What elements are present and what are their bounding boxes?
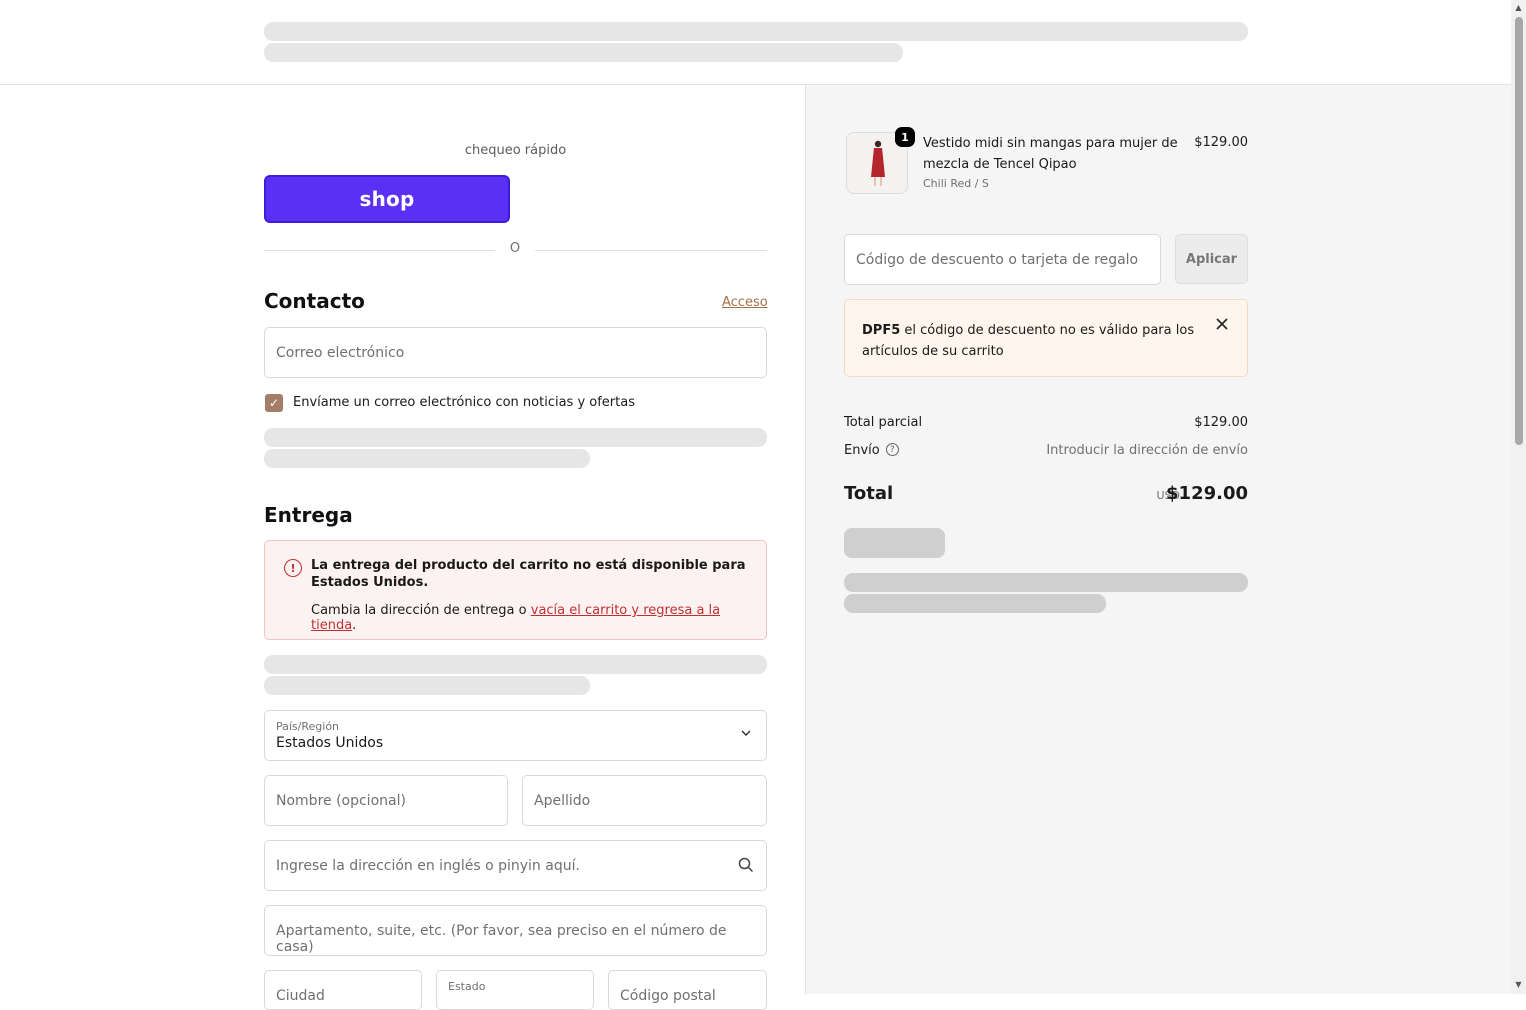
skeleton-line	[264, 676, 590, 695]
last-name-placeholder: Apellido	[534, 793, 591, 809]
alert-body-suffix: .	[352, 618, 357, 633]
error-icon: !	[284, 559, 302, 577]
skeleton-line	[844, 594, 1106, 613]
shop-pay-button[interactable]: shop	[264, 175, 510, 223]
header-skeleton-line	[264, 22, 1248, 41]
email-field[interactable]: Correo electrónico	[264, 327, 767, 378]
warning-code: DPF5	[862, 323, 901, 338]
warning-text: DPF5 el código de descuento no es válido…	[862, 320, 1202, 362]
express-checkout-label: chequeo rápido	[464, 143, 567, 158]
product-price: $129.00	[1194, 135, 1248, 150]
close-icon[interactable]	[1213, 315, 1231, 333]
warning-message: el código de descuento no es válido para…	[862, 323, 1195, 359]
scroll-thumb[interactable]	[1515, 17, 1523, 445]
product-name: Vestido midi sin mangas para mujer de me…	[923, 136, 1178, 172]
skeleton-line	[264, 655, 767, 674]
postal-code-placeholder: Código postal	[620, 988, 716, 1004]
country-select[interactable]: País/Región Estados Unidos	[264, 710, 767, 761]
contact-heading: Contacto	[264, 289, 365, 313]
chevron-down-icon	[740, 727, 752, 742]
total-value: $129.00	[1166, 483, 1248, 504]
scroll-up-icon[interactable]: ▲	[1514, 3, 1523, 12]
header-skeleton-line	[264, 43, 903, 62]
address-field[interactable]: Ingrese la dirección en inglés o pinyin …	[264, 840, 767, 891]
last-name-field[interactable]: Apellido	[522, 775, 767, 826]
postal-code-field[interactable]: Código postal	[608, 970, 767, 1010]
email-placeholder: Correo electrónico	[276, 345, 405, 361]
skeleton-line	[264, 428, 767, 447]
skeleton-line	[844, 573, 1248, 592]
divider-left	[264, 250, 495, 251]
order-summary-column: 1 Vestido midi sin mangas para mujer de …	[806, 85, 1511, 994]
alert-title: La entrega del producto del carrito no e…	[311, 558, 746, 590]
discount-warning: DPF5 el código de descuento no es válido…	[844, 299, 1248, 377]
subtotal-label: Total parcial	[844, 415, 923, 430]
skeleton-block	[844, 528, 945, 558]
alert-body-prefix: Cambia la dirección de entrega o	[311, 603, 531, 618]
first-name-field[interactable]: Nombre (opcional)	[264, 775, 508, 826]
delivery-error-alert: ! La entrega del producto del carrito no…	[264, 540, 767, 640]
check-icon: ✓	[268, 396, 280, 410]
newsletter-label: Envíame un correo electrónico con notici…	[293, 395, 635, 410]
skeleton-line	[264, 449, 590, 468]
apartment-placeholder: Apartamento, suite, etc. (Por favor, sea…	[276, 923, 727, 955]
header-bar	[0, 0, 1511, 85]
total-label: Total	[844, 483, 894, 504]
shop-pay-label: shop	[359, 187, 415, 211]
country-value: Estados Unidos	[276, 735, 384, 751]
shipping-label-row: Envío?	[844, 443, 899, 458]
subtotal-value: $129.00	[1194, 415, 1248, 430]
scroll-down-icon[interactable]: ▼	[1514, 980, 1523, 989]
first-name-placeholder: Nombre (opcional)	[276, 793, 406, 809]
quantity-badge: 1	[895, 127, 915, 147]
newsletter-checkbox[interactable]: ✓	[265, 394, 283, 412]
address-placeholder: Ingrese la dirección en inglés o pinyin …	[276, 858, 580, 874]
city-field[interactable]: Ciudad	[264, 970, 422, 1010]
page-scrollbar[interactable]: ▲ ▼	[1511, 0, 1526, 994]
alert-body: Cambia la dirección de entrega o vacía e…	[311, 603, 766, 633]
apartment-field[interactable]: Apartamento, suite, etc. (Por favor, sea…	[264, 905, 767, 956]
delivery-heading: Entrega	[264, 503, 353, 527]
apply-discount-button[interactable]: Aplicar	[1175, 234, 1248, 284]
divider-text: O	[509, 241, 521, 256]
checkout-form-column: chequeo rápido shop O Contacto Acceso Co…	[0, 85, 806, 1010]
product-variant: Chili Red / S	[923, 177, 989, 190]
help-icon[interactable]: ?	[885, 443, 899, 456]
shipping-value: Introducir la dirección de envío	[1046, 443, 1248, 458]
shipping-label: Envío	[844, 443, 880, 458]
search-icon[interactable]	[738, 857, 754, 877]
state-label: Estado	[448, 980, 486, 993]
state-select[interactable]: Estado	[436, 970, 594, 1010]
country-label: País/Región	[276, 720, 340, 733]
discount-placeholder: Código de descuento o tarjeta de regalo	[856, 252, 1139, 268]
login-link[interactable]: Acceso	[722, 295, 768, 310]
divider-right	[535, 250, 767, 251]
city-placeholder: Ciudad	[276, 988, 325, 1004]
discount-code-field[interactable]: Código de descuento o tarjeta de regalo	[844, 234, 1161, 285]
